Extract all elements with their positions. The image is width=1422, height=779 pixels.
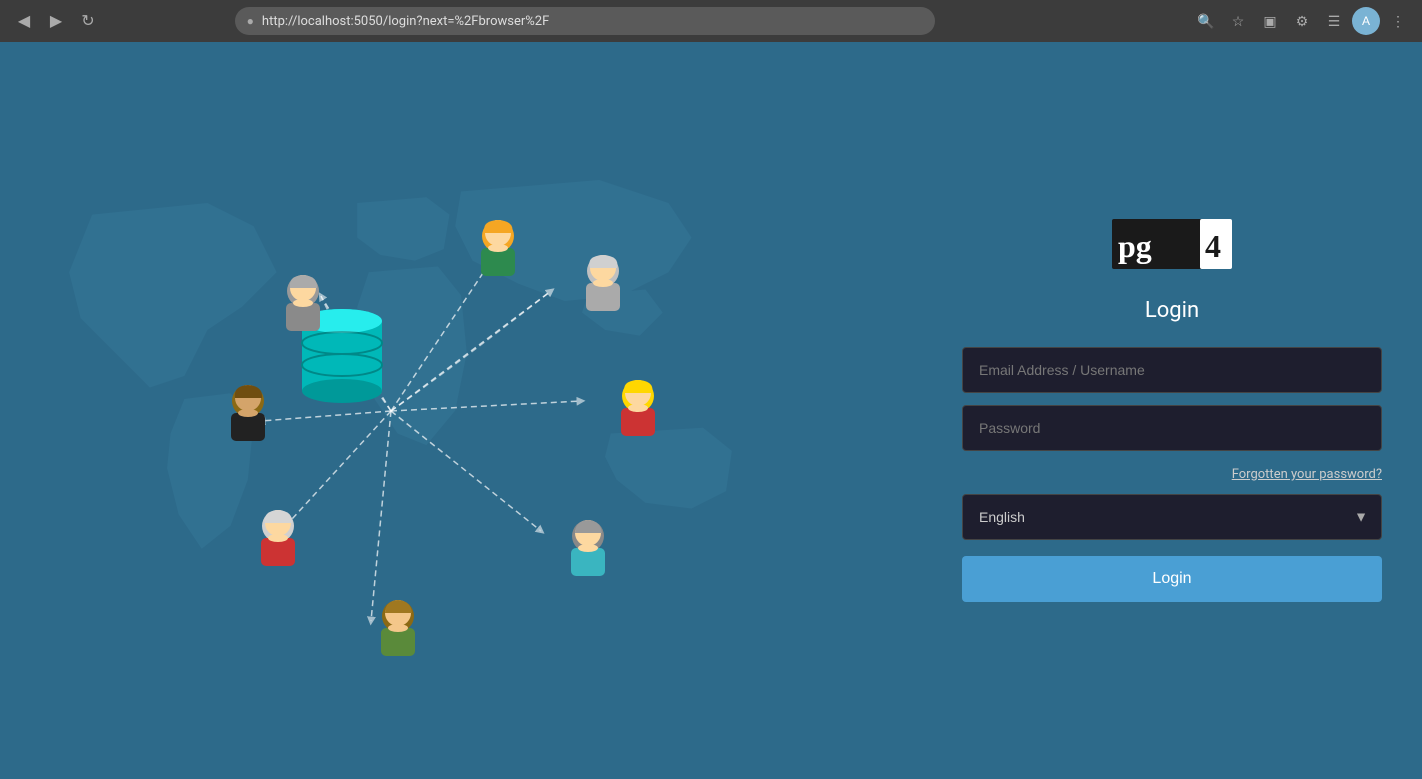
login-card: pg 4 Login Forgotten your password? <box>962 219 1382 602</box>
person-1 <box>471 216 526 281</box>
pgadmin-logo: pg 4 <box>1112 219 1232 278</box>
more-button[interactable]: ⋮ <box>1384 7 1412 35</box>
forward-button[interactable]: ▶ <box>42 7 70 35</box>
back-button[interactable]: ◀ <box>10 7 38 35</box>
right-panel: pg 4 Login Forgotten your password? <box>922 42 1422 779</box>
browser-actions: 🔍 ☆ ▣ ⚙ ☰ A ⋮ <box>1192 7 1412 35</box>
screenshot-button[interactable]: ▣ <box>1256 7 1284 35</box>
address-bar: ● http://localhost:5050/login?next=%2Fbr… <box>235 7 935 35</box>
language-select[interactable]: English French German Japanese Chinese (… <box>962 494 1382 540</box>
svg-text:pg: pg <box>1118 228 1152 264</box>
forgot-password-link[interactable]: Forgotten your password? <box>1232 467 1382 482</box>
main-content: pg 4 Login Forgotten your password? <box>0 42 1422 779</box>
left-panel <box>0 42 922 779</box>
email-input[interactable] <box>962 347 1382 393</box>
forgot-password-section: Forgotten your password? <box>962 463 1382 482</box>
browser-chrome: ◀ ▶ ↻ ● http://localhost:5050/login?next… <box>0 0 1422 42</box>
email-group <box>962 347 1382 393</box>
profile-button[interactable]: A <box>1352 7 1380 35</box>
lock-icon: ● <box>247 14 254 28</box>
login-title: Login <box>962 298 1382 323</box>
bookmark-button[interactable]: ☆ <box>1224 7 1252 35</box>
person-7 <box>221 381 276 446</box>
logo-svg: pg 4 <box>1112 219 1232 274</box>
person-8 <box>276 271 331 336</box>
password-input[interactable] <box>962 405 1382 451</box>
logo-container: pg 4 <box>962 219 1382 278</box>
illustration <box>161 161 761 661</box>
person-5 <box>371 596 426 661</box>
language-selector-wrapper: English French German Japanese Chinese (… <box>962 494 1382 540</box>
nav-buttons: ◀ ▶ ↻ <box>10 7 102 35</box>
url-display: http://localhost:5050/login?next=%2Fbrow… <box>262 14 549 29</box>
person-6 <box>251 506 306 571</box>
person-3 <box>611 376 666 441</box>
person-4 <box>561 516 616 581</box>
zoom-button[interactable]: 🔍 <box>1192 7 1220 35</box>
person-2 <box>576 251 631 316</box>
refresh-button[interactable]: ↻ <box>74 7 102 35</box>
extensions-button[interactable]: ⚙ <box>1288 7 1316 35</box>
sidebar-button[interactable]: ☰ <box>1320 7 1348 35</box>
password-group <box>962 405 1382 451</box>
login-button[interactable]: Login <box>962 556 1382 602</box>
svg-text:4: 4 <box>1205 228 1221 264</box>
